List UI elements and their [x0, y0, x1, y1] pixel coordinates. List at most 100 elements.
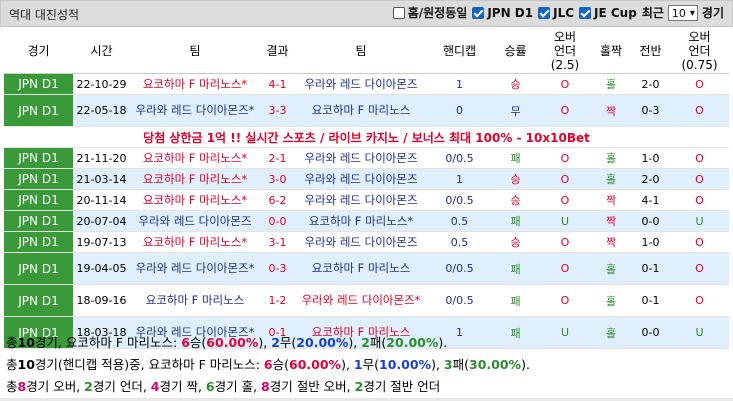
summary-segment: 경기 오버, — [26, 379, 85, 394]
column-header: 경기 — [4, 29, 73, 74]
home-team-cell[interactable]: 요코하마 F 마리노스* — [130, 168, 260, 190]
panel-header: 역대 대진성적 홈/원정동일 JPN D1 JLC JE Cup 최근10경기 — [0, 0, 733, 27]
summary-segment: ), — [431, 357, 444, 372]
away-team-cell[interactable]: 우라와 레드 다이아몬즈 — [295, 73, 427, 95]
filter-option-label: JE Cup — [594, 5, 637, 20]
summary-segment: 경기(핸디캡 적용)중, 요코하마 F 마리노스: — [34, 357, 264, 372]
summary-segment: 경기, 요코하마 F 마리노스: — [34, 335, 182, 350]
filter-option[interactable]: JPN D1 — [472, 6, 533, 20]
filter-option[interactable]: 홈/원정동일 — [392, 4, 467, 21]
away-team-cell[interactable]: 우라와 레드 다이아몬즈* — [295, 284, 427, 317]
summary-segment: 8 — [261, 379, 270, 394]
half-time-cell: 0-0 — [631, 210, 670, 232]
home-team-cell[interactable]: 요코하마 F 마리노스 — [130, 284, 260, 317]
table-row: JPN D1 19-07-13 요코하마 F 마리노스* 3-1 우라와 레드 다이아몬… — [4, 231, 729, 253]
result-cell: 패 — [492, 210, 539, 232]
summary-segment: 20.00% — [386, 335, 439, 350]
handicap-cell: 1 — [427, 168, 492, 190]
panel-title: 역대 대진성적 — [9, 8, 80, 22]
result-cell: 패 — [492, 284, 539, 317]
league-cell[interactable]: JPN D1 — [4, 147, 73, 169]
summary-segment: 경기 짝, — [159, 379, 206, 394]
h2h-panel: 역대 대진성적 홈/원정동일JPN D1JLCJE Cup최근10경기 경기시간… — [0, 0, 733, 401]
handicap-cell: 1 — [427, 73, 492, 95]
away-team-cell[interactable]: 우라와 레드 다이아몬즈 — [295, 168, 427, 190]
summary-segment: 10.00% — [379, 357, 432, 372]
result-cell: 무 — [492, 94, 539, 127]
league-cell[interactable]: JPN D1 — [4, 189, 73, 211]
odd-even-cell: 홀 — [591, 168, 631, 190]
summary-segment: 경기 홀, — [214, 379, 262, 394]
summary-segment: 경기 절반 언더 — [363, 379, 441, 394]
score-cell: 4-1 — [260, 73, 295, 95]
summary-segment: 6 — [263, 357, 273, 372]
ad-banner-link[interactable]: 당첨 상한금 1억 !! 실시간 스포츠 / 라이브 카지노 / 보너스 최대 … — [4, 126, 729, 148]
home-team-cell[interactable]: 요코하마 F 마리노스* — [130, 147, 260, 169]
date-cell: 22-05-18 — [73, 94, 130, 127]
half-time-cell: 0-1 — [631, 252, 670, 285]
home-team-cell[interactable]: 우라와 레드 다이아몬즈* — [130, 252, 260, 285]
checkbox[interactable] — [472, 6, 485, 19]
away-team-cell[interactable]: 요코하마 F 마리노스 — [295, 252, 427, 285]
filter-option[interactable]: JLC — [538, 6, 574, 20]
summary-segment: 무( — [362, 357, 380, 372]
checkbox[interactable] — [579, 6, 592, 19]
column-header: 팀 — [295, 29, 427, 74]
checkbox[interactable] — [538, 6, 551, 19]
league-cell[interactable]: JPN D1 — [4, 284, 73, 317]
column-header: 시간 — [73, 29, 130, 74]
away-team-cell[interactable]: 요코하마 F 마리노스 — [295, 94, 427, 127]
home-team-cell[interactable]: 요코하마 F 마리노스* — [130, 189, 260, 211]
home-team-cell[interactable]: 우라와 레드 다이아몬즈* — [130, 94, 260, 127]
away-team-cell[interactable]: 요코하마 F 마리노스* — [295, 210, 427, 232]
league-cell[interactable]: JPN D1 — [4, 252, 73, 285]
table-row: JPN D1 21-11-20 요코하마 F 마리노스* 2-1 우라와 레드 다이아몬… — [4, 147, 729, 169]
recent-count-select[interactable]: 10 — [667, 4, 698, 22]
away-team-cell[interactable]: 우라와 레드 다이아몬즈 — [295, 147, 427, 169]
over-under-cell: O — [539, 189, 591, 211]
handicap-cell: 0.5 — [427, 231, 492, 253]
half-time-cell: 0-3 — [631, 94, 670, 127]
column-header: 오버 언더 (0.75) — [670, 29, 729, 74]
summary-segment: 60.00% — [289, 357, 342, 372]
half-time-cell: 1-0 — [631, 147, 670, 169]
league-cell[interactable]: JPN D1 — [4, 94, 73, 127]
over-under-cell: U — [539, 210, 591, 232]
date-cell: 20-07-04 — [73, 210, 130, 232]
half-time-cell: 2-0 — [631, 168, 670, 190]
away-team-cell[interactable]: 우라와 레드 다이아몬즈 — [295, 231, 427, 253]
summary-segment: 10 — [17, 357, 35, 372]
summary-segment: ). — [438, 335, 448, 350]
half-time-cell: 0-0 — [631, 316, 670, 349]
summary-segment: ), — [341, 357, 354, 372]
date-cell: 19-07-13 — [73, 231, 130, 253]
summary-segment: 6 — [181, 335, 190, 350]
league-cell[interactable]: JPN D1 — [4, 231, 73, 253]
score-cell: 0-3 — [260, 252, 295, 285]
away-team-cell[interactable]: 우라와 레드 다이아몬즈 — [295, 189, 427, 211]
table-row: JPN D1 21-03-14 요코하마 F 마리노스* 3-0 우라와 레드 다이아몬… — [4, 168, 729, 190]
filter-option[interactable]: JE Cup — [579, 6, 637, 20]
league-cell[interactable]: JPN D1 — [4, 73, 73, 95]
handicap-cell: 0.5 — [427, 210, 492, 232]
summary-segment: 무( — [279, 335, 297, 350]
column-header: 핸디캡 — [427, 29, 492, 74]
summary-segment: 2 — [361, 335, 370, 350]
summary-segment: 60.00% — [206, 335, 259, 350]
filter-options: 홈/원정동일 JPN D1 JLC JE Cup 최근10경기 — [392, 4, 724, 22]
column-header: 결과 — [260, 29, 295, 74]
summary-segment: 승( — [272, 357, 290, 372]
score-cell: 1-2 — [260, 284, 295, 317]
handicap-cell: 0/0.5 — [427, 284, 492, 317]
over-under-075-cell: O — [670, 231, 729, 253]
league-cell[interactable]: JPN D1 — [4, 210, 73, 232]
odd-even-cell: 짝 — [591, 210, 631, 232]
home-team-cell[interactable]: 우라와 레드 다이아몬즈 — [130, 210, 260, 232]
home-team-cell[interactable]: 요코하마 F 마리노스* — [130, 73, 260, 95]
summary-segment: 총 — [6, 379, 18, 394]
checkbox[interactable] — [392, 6, 405, 19]
home-team-cell[interactable]: 요코하마 F 마리노스* — [130, 231, 260, 253]
date-cell: 19-04-05 — [73, 252, 130, 285]
league-cell[interactable]: JPN D1 — [4, 168, 73, 190]
summary-segment: 6 — [205, 379, 215, 394]
